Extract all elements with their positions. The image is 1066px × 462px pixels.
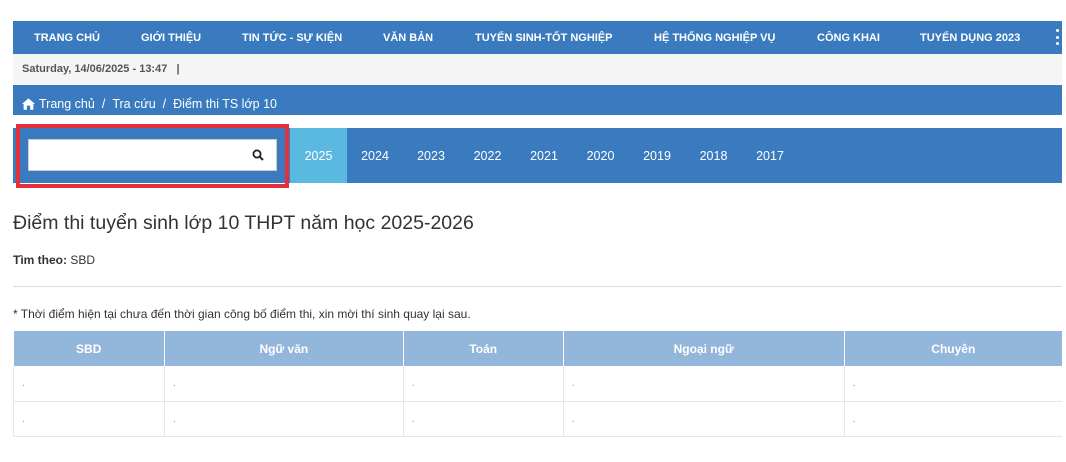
column-header-specialized: Chuyên <box>844 331 1062 366</box>
search-highlight-box <box>16 124 289 188</box>
tab-year-2020[interactable]: 2020 <box>572 128 629 183</box>
table-cell: . <box>563 366 845 402</box>
breadcrumb-lookup[interactable]: Tra cứu <box>112 97 155 111</box>
tab-year-2021[interactable]: 2021 <box>516 128 572 183</box>
table-cell: . <box>403 366 564 402</box>
tab-year-2025[interactable]: 2025 <box>290 128 347 183</box>
breadcrumb-home[interactable]: Trang chủ <box>39 97 95 111</box>
nav-item-business-system[interactable]: HỆ THỐNG NGHIỆP VỤ <box>654 32 775 44</box>
nav-item-news-events[interactable]: TIN TỨC - SỰ KIỆN <box>242 32 342 44</box>
tab-year-2018[interactable]: 2018 <box>685 128 742 183</box>
home-icon <box>22 98 35 110</box>
top-navigation: TRANG CHỦ GIỚI THIỆU TIN TỨC - SỰ KIỆN V… <box>13 21 1062 54</box>
table-cell: . <box>164 366 404 402</box>
breadcrumb-separator: / <box>101 97 106 111</box>
find-by: Tìm theo: SBD <box>13 253 95 267</box>
find-by-value: SBD <box>70 253 96 267</box>
breadcrumb-current: Điểm thi TS lớp 10 <box>173 97 277 111</box>
table-cell: . <box>403 401 564 437</box>
nav-item-public[interactable]: CÔNG KHAI <box>817 32 880 44</box>
table-cell: . <box>563 401 845 437</box>
find-by-label: Tìm theo: <box>13 253 67 267</box>
nav-item-admissions[interactable]: TUYỂN SINH-TỐT NGHIỆP <box>475 32 613 44</box>
table-row: . . . . . <box>13 366 1062 402</box>
column-header-literature: Ngữ văn <box>164 331 404 366</box>
divider <box>13 286 1062 287</box>
tab-year-2024[interactable]: 2024 <box>347 128 403 183</box>
nav-item-home[interactable]: TRANG CHỦ <box>34 32 100 44</box>
column-header-foreign-language: Ngoại ngữ <box>563 331 845 366</box>
table-cell: . <box>164 401 404 437</box>
table-cell: . <box>844 401 1062 437</box>
datebar-separator: | <box>176 63 180 75</box>
notice-text: * Thời điểm hiện tại chưa đến thời gian … <box>13 307 471 321</box>
tab-year-2019[interactable]: 2019 <box>629 128 685 183</box>
table-cell: . <box>844 366 1062 402</box>
nav-item-about[interactable]: GIỚI THIỆU <box>141 32 201 44</box>
table-header-row: SBD Ngữ văn Toán Ngoại ngữ Chuyên <box>13 331 1062 366</box>
table-cell: . <box>13 401 165 437</box>
date-bar: Saturday, 14/06/2025 - 13:47 | <box>13 54 1062 84</box>
tab-year-2017[interactable]: 2017 <box>742 128 798 183</box>
scores-table: SBD Ngữ văn Toán Ngoại ngữ Chuyên . . . … <box>13 331 1062 437</box>
column-header-math: Toán <box>403 331 564 366</box>
breadcrumb-separator: / <box>162 97 167 111</box>
nav-item-recruitment[interactable]: TUYỂN DỤNG 2023 <box>920 32 1020 44</box>
breadcrumb: Trang chủ / Tra cứu / Điểm thi TS lớp 10 <box>13 85 1062 115</box>
table-cell: . <box>13 366 165 402</box>
table-row: . . . . . <box>13 401 1062 437</box>
tab-year-2023[interactable]: 2023 <box>403 128 459 183</box>
tab-year-2022[interactable]: 2022 <box>459 128 516 183</box>
vertical-ellipsis-icon[interactable] <box>1056 29 1060 45</box>
nav-item-documents[interactable]: VĂN BẢN <box>383 32 433 44</box>
column-header-sbd: SBD <box>13 331 165 366</box>
page-title: Điểm thi tuyển sinh lớp 10 THPT năm học … <box>13 212 474 234</box>
current-datetime: Saturday, 14/06/2025 - 13:47 <box>22 63 168 75</box>
